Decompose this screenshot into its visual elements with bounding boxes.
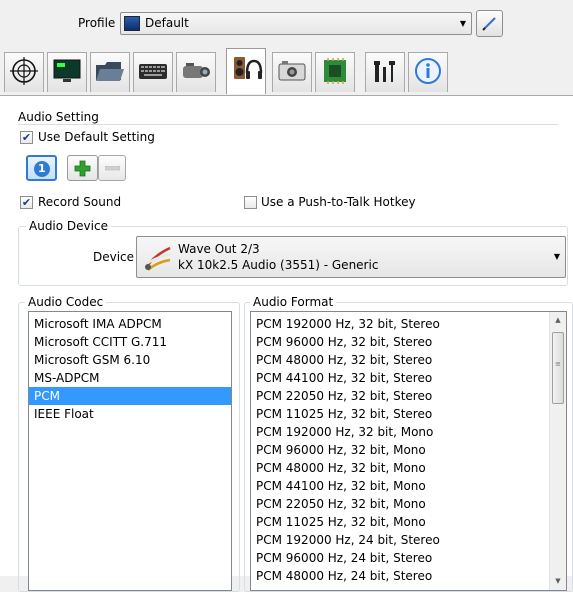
list-item[interactable]: PCM 48000 Hz, 24 bit, Stereo bbox=[251, 567, 566, 585]
scroll-up-icon[interactable]: ▲ bbox=[550, 312, 566, 329]
list-item[interactable]: PCM 22050 Hz, 32 bit, Mono bbox=[251, 495, 566, 513]
format-scrollbar[interactable]: ▲ ≡ ▼ bbox=[549, 312, 566, 590]
tab-tools[interactable] bbox=[365, 52, 405, 92]
list-item[interactable]: PCM 22050 Hz, 32 bit, Stereo bbox=[251, 387, 566, 405]
use-default-label: Use Default Setting bbox=[38, 130, 155, 144]
list-item[interactable]: PCM 11025 Hz, 32 bit, Stereo bbox=[251, 405, 566, 423]
audio-format-title: Audio Format bbox=[250, 295, 337, 309]
audio-setting-title: Audio Setting bbox=[18, 110, 99, 124]
info-icon bbox=[415, 58, 441, 84]
audio-format-list[interactable]: PCM 192000 Hz, 32 bit, Stereo PCM 96000 … bbox=[250, 311, 567, 591]
tab-keyboard[interactable] bbox=[133, 52, 173, 92]
list-item[interactable]: PCM 48000 Hz, 32 bit, Mono bbox=[251, 459, 566, 477]
grip-icon: ≡ bbox=[555, 360, 561, 368]
config-1-label: 1 bbox=[38, 162, 46, 175]
tab-info[interactable] bbox=[408, 52, 448, 92]
list-item[interactable]: PCM 192000 Hz, 24 bit, Stereo bbox=[251, 531, 566, 549]
list-item[interactable]: PCM 96000 Hz, 32 bit, Mono bbox=[251, 441, 566, 459]
monitor-icon bbox=[124, 16, 140, 31]
audio-device-title: Audio Device bbox=[26, 219, 111, 233]
list-item[interactable]: PCM 192000 Hz, 32 bit, Stereo bbox=[251, 315, 566, 333]
scroll-thumb[interactable]: ≡ bbox=[552, 332, 564, 404]
list-item[interactable]: PCM 96000 Hz, 32 bit, Stereo bbox=[251, 333, 566, 351]
chip-icon bbox=[324, 58, 346, 84]
list-item[interactable]: PCM 192000 Hz, 32 bit, Mono bbox=[251, 423, 566, 441]
section-divider bbox=[18, 124, 558, 125]
tab-photo[interactable] bbox=[272, 52, 312, 92]
list-item[interactable]: Microsoft IMA ADPCM bbox=[29, 315, 231, 333]
tools-icon bbox=[374, 61, 395, 82]
config-1-button[interactable]: 1 bbox=[26, 155, 57, 181]
push-to-talk-checkbox[interactable]: ✔ bbox=[244, 196, 257, 209]
list-item[interactable]: PCM 44100 Hz, 32 bit, Mono bbox=[251, 477, 566, 495]
tab-folders[interactable] bbox=[90, 52, 130, 92]
plus-icon bbox=[74, 160, 91, 177]
minus-icon bbox=[105, 166, 120, 171]
list-item[interactable]: PCM 48000 Hz, 32 bit, Stereo bbox=[251, 351, 566, 369]
list-item[interactable]: IEEE Float bbox=[29, 405, 231, 423]
monitor-icon bbox=[53, 59, 81, 82]
chevron-down-icon: ▼ bbox=[459, 19, 466, 28]
record-sound-label: Record Sound bbox=[38, 195, 122, 209]
edit-profile-button[interactable] bbox=[476, 10, 503, 37]
folder-icon bbox=[96, 62, 124, 81]
keyboard-icon bbox=[139, 64, 167, 79]
use-default-checkbox[interactable]: ✔ bbox=[20, 131, 33, 144]
video-camera-icon bbox=[183, 63, 210, 78]
profile-value: Default bbox=[145, 16, 189, 30]
list-item[interactable]: Microsoft CCITT G.711 bbox=[29, 333, 231, 351]
audio-cable-icon bbox=[144, 246, 171, 271]
photo-camera-icon bbox=[278, 61, 306, 81]
crosshair-icon bbox=[10, 57, 38, 85]
device-description: kX 10k2.5 Audio (3551) - Generic bbox=[178, 258, 379, 272]
tab-camera[interactable] bbox=[176, 52, 216, 92]
list-item-selected[interactable]: PCM bbox=[29, 387, 231, 405]
audio-codec-title: Audio Codec bbox=[25, 295, 107, 309]
tab-screen[interactable] bbox=[47, 52, 87, 92]
tab-hardware[interactable] bbox=[315, 52, 355, 92]
speaker-headphones-icon bbox=[234, 57, 263, 79]
tab-target[interactable] bbox=[4, 52, 44, 92]
list-item[interactable]: PCM 96000 Hz, 24 bit, Stereo bbox=[251, 549, 566, 567]
list-item[interactable]: PCM 44100 Hz, 32 bit, Stereo bbox=[251, 369, 566, 387]
chevron-down-icon: ▼ bbox=[553, 252, 560, 261]
tab-audio[interactable] bbox=[226, 48, 266, 94]
list-item[interactable]: Microsoft GSM 6.10 bbox=[29, 351, 231, 369]
device-select[interactable]: Wave Out 2/3 kX 10k2.5 Audio (3551) - Ge… bbox=[136, 236, 566, 278]
device-name: Wave Out 2/3 bbox=[178, 242, 260, 256]
audio-codec-list[interactable]: Microsoft IMA ADPCM Microsoft CCITT G.71… bbox=[28, 311, 232, 591]
profile-label: Profile bbox=[78, 16, 116, 30]
device-label: Device bbox=[93, 250, 135, 264]
profile-select[interactable]: Default ▼ bbox=[120, 12, 472, 35]
list-item[interactable]: MS-ADPCM bbox=[29, 369, 231, 387]
list-item[interactable]: PCM 11025 Hz, 32 bit, Mono bbox=[251, 513, 566, 531]
add-config-button[interactable] bbox=[67, 155, 98, 181]
tab-bar bbox=[0, 48, 573, 96]
push-to-talk-label: Use a Push-to-Talk Hotkey bbox=[261, 195, 416, 209]
pencil-icon bbox=[482, 17, 496, 31]
remove-config-button[interactable] bbox=[98, 155, 126, 181]
record-sound-checkbox[interactable]: ✔ bbox=[20, 196, 33, 209]
